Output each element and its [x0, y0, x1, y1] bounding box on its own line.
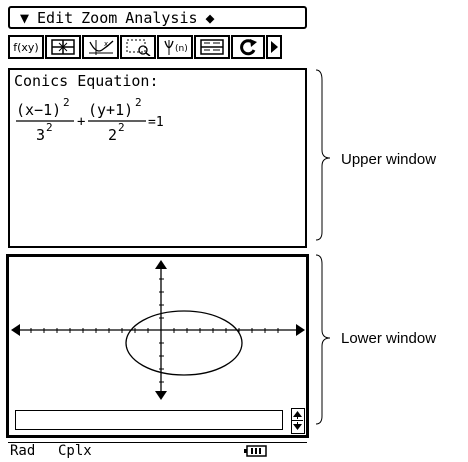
redraw-button[interactable]: [231, 35, 265, 59]
term1-denominator: 3: [36, 126, 45, 144]
menu-edit[interactable]: Edit: [37, 9, 73, 27]
term1-den-exp: 2: [46, 121, 53, 134]
complex-mode[interactable]: Cplx: [58, 443, 92, 459]
term1-numerator: (x−1): [16, 101, 61, 119]
menu-analysis[interactable]: Analysis: [125, 9, 197, 27]
lower-window-label: Lower window: [341, 330, 437, 347]
graph-area[interactable]: [9, 257, 306, 402]
upper-window-label: Upper window: [341, 151, 437, 168]
zoom-box-button[interactable]: [120, 35, 156, 59]
zoom-box-icon: [126, 39, 151, 56]
term2-denominator: 2: [108, 126, 117, 144]
lower-window: [6, 254, 309, 438]
term1-num-exp: 2: [63, 98, 70, 109]
y-axis-down-arrow-icon: [155, 391, 167, 400]
fxy-button[interactable]: f(xy): [8, 35, 44, 59]
angle-mode[interactable]: Rad: [10, 443, 35, 459]
draw-conic-button[interactable]: x: [82, 35, 119, 59]
x-axis-right-arrow-icon: [296, 324, 305, 336]
toolbar: f(xy) x (n): [8, 35, 307, 59]
graph-entry-box[interactable]: [15, 410, 283, 430]
term2-num-exp: 2: [135, 98, 142, 109]
conic-equation: (x−1) 2 3 2 + (y+1) 2 2 2 =1: [16, 96, 216, 162]
conics-title: Conics Equation:: [14, 72, 159, 90]
menu-diamond-icon[interactable]: ◆: [206, 9, 215, 27]
upper-window-brace: [315, 69, 331, 241]
menu-zoom[interactable]: Zoom: [81, 9, 117, 27]
svg-text:x: x: [104, 40, 108, 48]
entry-scroll-button[interactable]: [291, 408, 305, 434]
lower-window-brace: [315, 254, 331, 425]
fxy-label: f(xy): [13, 40, 39, 54]
trace-icon: (n): [164, 40, 188, 55]
split-window-icon: [200, 39, 224, 55]
term2-den-exp: 2: [118, 121, 125, 134]
up-down-arrows-icon: [292, 411, 303, 430]
menu-bar: ▼ Edit Zoom Analysis ◆: [8, 6, 307, 29]
conic-graph-icon: x: [88, 40, 113, 55]
upper-window: Conics Equation: (x−1) 2 3 2 + (y+1) 2 2…: [8, 68, 307, 248]
play-right-icon: [271, 41, 278, 53]
x-axis-left-arrow-icon: [11, 324, 20, 336]
graph-window-button[interactable]: [45, 35, 81, 59]
grid-cross-icon: [51, 39, 75, 55]
calculator-screen: ▼ Edit Zoom Analysis ◆ f(xy) x (n) Conic…: [4, 6, 309, 459]
annotation-brackets: [315, 69, 331, 425]
battery-icon: [244, 445, 267, 457]
equation-render: (x−1) 2 3 2 + (y+1) 2 2 2 =1: [16, 96, 164, 144]
plus-sign: +: [77, 114, 85, 130]
status-separator: [8, 442, 307, 443]
equation-rhs: =1: [148, 115, 164, 130]
split-window-button[interactable]: [194, 35, 230, 59]
trace-button[interactable]: (n): [157, 35, 193, 59]
menu-chevron-icon[interactable]: ▼: [20, 9, 29, 27]
ellipse-curve: [125, 310, 243, 376]
toolbar-next-button[interactable]: [266, 35, 282, 59]
svg-text:(n): (n): [175, 44, 188, 54]
redraw-icon: [240, 39, 257, 56]
term2-numerator: (y+1): [88, 101, 133, 119]
status-bar: Rad Cplx: [8, 442, 307, 459]
y-axis-up-arrow-icon: [155, 260, 167, 269]
